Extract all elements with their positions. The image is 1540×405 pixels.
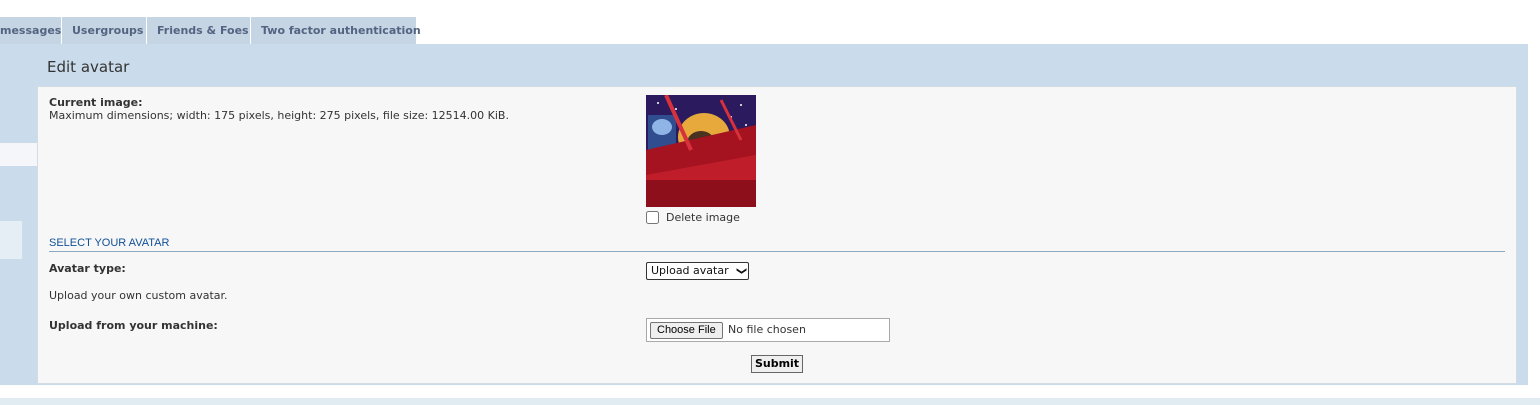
- tab-label: Usergroups: [72, 24, 144, 37]
- avatar-image: [646, 95, 756, 207]
- avatar-type-value: Upload avatar: [651, 264, 729, 277]
- sidebar-item[interactable]: [0, 221, 22, 259]
- upload-label: Upload from your machine:: [49, 319, 218, 332]
- current-image-description: Maximum dimensions; width: 175 pixels, h…: [49, 109, 509, 122]
- no-file-text: No file chosen: [728, 323, 806, 336]
- delete-image-label[interactable]: Delete image: [666, 211, 740, 224]
- tab-label: Friends & Foes: [157, 24, 249, 37]
- tab-two-factor-authentication[interactable]: Two factor authentication: [251, 17, 421, 44]
- current-image-label: Current image:: [49, 96, 143, 109]
- avatar-type-select[interactable]: Upload avatar ❯: [646, 262, 749, 280]
- tab-usergroups[interactable]: Usergroups: [62, 17, 147, 44]
- sidebar-item-active[interactable]: [0, 143, 37, 166]
- choose-file-button[interactable]: Choose File: [650, 322, 723, 339]
- delete-image-checkbox[interactable]: [646, 211, 659, 224]
- tab-label: Two factor authentication: [261, 24, 421, 37]
- upload-description: Upload your own custom avatar.: [49, 289, 228, 302]
- select-avatar-heading: SELECT YOUR AVATAR: [49, 237, 1505, 252]
- tab-label: messages: [0, 24, 62, 37]
- avatar-type-label: Avatar type:: [49, 262, 126, 275]
- file-upload-input[interactable]: Choose File No file chosen: [646, 318, 890, 342]
- chevron-down-icon: ❯: [735, 266, 747, 276]
- submit-button[interactable]: Submit: [751, 355, 803, 373]
- tab-friends-foes[interactable]: Friends & Foes: [147, 17, 251, 44]
- tab-messages[interactable]: messages: [0, 17, 62, 44]
- footer-strip: [0, 398, 1540, 405]
- panel-title: Edit avatar: [47, 58, 130, 76]
